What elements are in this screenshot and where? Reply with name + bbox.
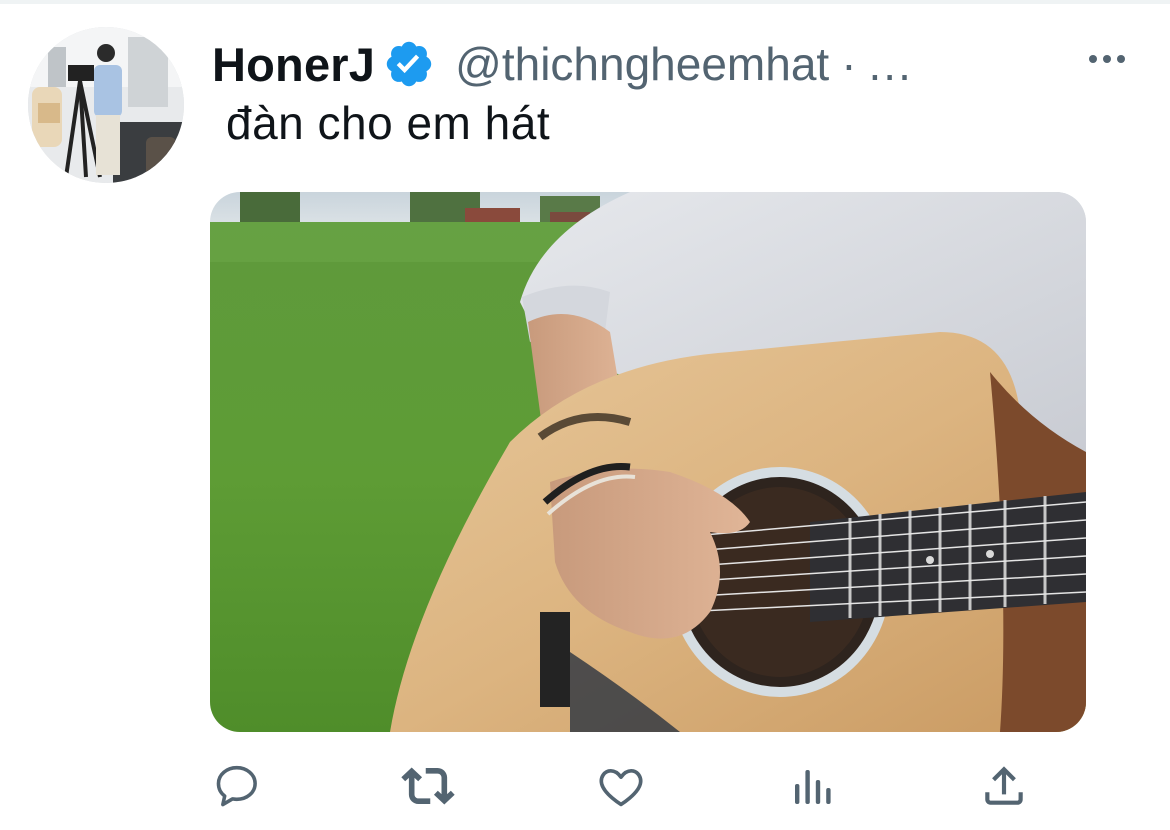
tweet-action-bar	[0, 752, 1170, 822]
more-options-button[interactable]	[1082, 44, 1132, 74]
user-handle[interactable]: @thichngheemhat	[455, 37, 829, 91]
truncated-timestamp: ...	[868, 38, 913, 90]
tweet-media-photo[interactable]	[210, 192, 1086, 732]
share-button[interactable]	[976, 758, 1032, 814]
tweet-header: HonerJ @thichngheemhat · ...	[212, 34, 913, 94]
analytics-icon	[795, 770, 831, 804]
reply-button[interactable]	[209, 758, 265, 814]
like-button[interactable]	[593, 758, 649, 814]
separator-dot: ·	[841, 38, 857, 90]
heart-icon	[599, 768, 643, 807]
guitar-photo	[210, 192, 1086, 732]
retweet-button[interactable]	[400, 758, 456, 814]
verified-badge-icon	[383, 38, 435, 90]
tweet-text: đàn cho em hát	[226, 97, 551, 149]
analytics-button[interactable]	[785, 758, 841, 814]
avatar-photo	[28, 27, 184, 183]
share-icon	[985, 766, 1023, 805]
retweet-icon	[401, 767, 455, 805]
display-name[interactable]: HonerJ	[212, 37, 375, 92]
avatar[interactable]	[28, 27, 184, 183]
reply-icon	[216, 765, 257, 807]
top-divider	[0, 0, 1170, 4]
more-horizontal-icon	[1089, 55, 1125, 63]
